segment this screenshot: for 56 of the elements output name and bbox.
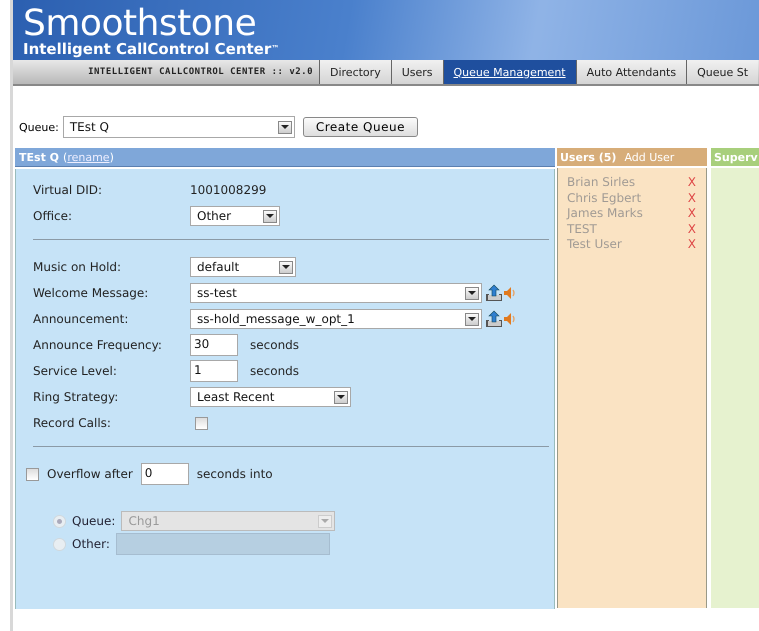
radio-label: Other: xyxy=(72,537,110,551)
field-label: Music on Hold: xyxy=(33,260,122,274)
dropdown-icon xyxy=(278,120,292,134)
nav-tab[interactable]: Queue Management xyxy=(442,60,576,84)
brand-logo: Smoothstone xyxy=(23,8,256,40)
user-name: Test User xyxy=(567,237,622,252)
brand-subtitle: Intelligent CallControl Center xyxy=(23,40,272,58)
dropdown-field[interactable]: ss-test xyxy=(190,283,482,303)
dropdown-field[interactable]: default xyxy=(190,257,296,277)
user-name: Brian Sirles xyxy=(567,175,636,190)
field-label: Welcome Message: xyxy=(33,286,150,300)
field-label: Office: xyxy=(33,209,74,223)
upload-icon[interactable] xyxy=(485,284,503,302)
version-label: INTELLIGENT CALLCONTROL CENTER :: v2.0 xyxy=(87,66,314,79)
radio-label: Queue: xyxy=(72,514,116,528)
panel-title: Superv xyxy=(714,150,758,164)
nav-tab[interactable]: Auto Attendants xyxy=(576,60,686,84)
upload-icon[interactable] xyxy=(485,310,503,328)
paren-text: ) xyxy=(110,150,114,164)
dropdown-field[interactable]: ss-hold_message_w_opt_1 xyxy=(190,309,482,329)
create-queue-button[interactable]: Create Queue xyxy=(302,117,418,137)
number-field[interactable]: 30 xyxy=(190,334,238,356)
dropdown-field[interactable]: Other xyxy=(190,206,280,226)
field-label: Announcement: xyxy=(33,312,130,326)
dropdown-field: Chg1 xyxy=(121,511,336,531)
unit-label: seconds xyxy=(250,364,300,378)
field-label: Virtual DID: xyxy=(33,183,104,197)
nav-tab[interactable]: Queue St xyxy=(686,60,758,84)
user-name: James Marks xyxy=(567,206,643,221)
field-label: Service Level: xyxy=(33,364,118,378)
field-label: Record Calls: xyxy=(33,416,112,430)
panel-title: TEst Q xyxy=(19,150,60,164)
field-value: 1001008299 xyxy=(190,183,266,197)
dropdown-icon xyxy=(279,260,294,274)
field-label: Ring Strategy: xyxy=(33,390,120,404)
unit-label: seconds xyxy=(250,338,300,352)
overflow-label: Overflow after xyxy=(47,467,133,481)
field-label: Announce Frequency: xyxy=(33,338,163,352)
dropdown-icon xyxy=(465,286,479,300)
queue-select[interactable]: TEst Q xyxy=(62,116,295,138)
dropdown-icon xyxy=(334,390,348,404)
dropdown-icon xyxy=(318,514,332,528)
user-name: TEST xyxy=(567,222,597,236)
nav-tab[interactable]: Users xyxy=(390,60,443,84)
checkbox[interactable] xyxy=(195,416,208,430)
queue-label: Queue: xyxy=(19,120,59,134)
unit-label: seconds into xyxy=(196,467,273,481)
dropdown-icon xyxy=(465,312,479,326)
paren-text: ( xyxy=(63,150,68,164)
dropdown-icon xyxy=(263,210,278,222)
panel-title: Users (5) xyxy=(560,150,616,164)
number-field[interactable]: 1 xyxy=(190,360,238,382)
user-name: Chris Egbert xyxy=(567,190,642,206)
trademark-mark: ™ xyxy=(271,44,280,53)
nav-tab[interactable]: Directory xyxy=(319,60,391,84)
dropdown-field[interactable]: Least Recent xyxy=(190,387,352,407)
